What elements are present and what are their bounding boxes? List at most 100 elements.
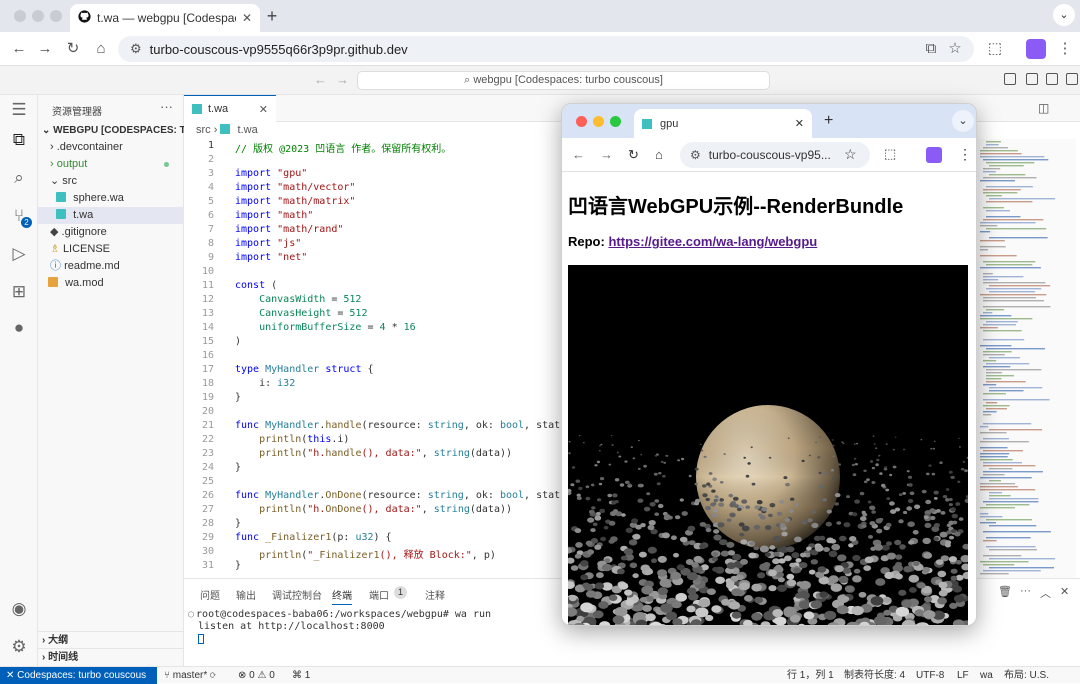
run-debug-icon[interactable]: ▷ [8, 243, 30, 265]
tree-item-src[interactable]: ⌄ src [38, 173, 184, 190]
tree-item-gitignore[interactable]: ◆ .gitignore [38, 224, 184, 241]
nav-back-icon[interactable]: ← [314, 72, 327, 87]
line-number: 27 [201, 504, 214, 515]
chevron-up-icon[interactable]: ︿ [1040, 585, 1051, 601]
menu-icon[interactable]: ☰ [8, 99, 30, 121]
bookmark-star-icon[interactable]: ☆ [844, 146, 857, 163]
cursor-position[interactable]: 行 1，列 1 [787, 669, 834, 682]
workspace-root[interactable]: ⌄ WEBGPU [CODESPACES: T... [38, 122, 184, 139]
reload-icon[interactable]: ↻ [64, 40, 82, 58]
tree-item-wa-mod[interactable]: wa.mod [38, 275, 184, 292]
more-actions-icon[interactable]: ··· [1020, 585, 1031, 597]
new-tab-button[interactable]: + [824, 112, 833, 130]
reload-icon[interactable]: ↻ [628, 147, 639, 163]
close-icon[interactable]: ✕ [1060, 585, 1069, 598]
toggle-secondary-sidebar-icon[interactable] [1046, 73, 1058, 85]
install-app-icon[interactable]: ⧉ [922, 40, 940, 58]
browser-menu-icon[interactable]: ⋮ [1056, 40, 1074, 58]
close-icon[interactable]: ✕ [242, 11, 252, 25]
settings-gear-icon[interactable]: ⚙ [8, 636, 30, 658]
tree-item-devcontainer[interactable]: › .devcontainer [38, 139, 184, 156]
extensions-icon[interactable]: ⬚ [986, 40, 1004, 58]
command-center[interactable]: ⌕ webgpu [Codespaces: turbo couscous] [357, 71, 770, 90]
editor-tab-t-wa[interactable]: t.wa ✕ [184, 95, 276, 122]
site-info-icon[interactable]: ⚙ [690, 148, 701, 162]
minimap-line [989, 498, 1039, 500]
end-of-line[interactable]: LF [957, 669, 969, 682]
asteroid [830, 583, 842, 592]
branch-status[interactable]: ⑂ master* ⟳ [164, 669, 216, 682]
panel-tab-output[interactable]: 输出 [236, 587, 256, 602]
popup-address-bar[interactable]: ⚙ turbo-couscous-vp95... [680, 142, 870, 168]
customize-layout-icon[interactable] [1066, 73, 1078, 85]
tree-item-output[interactable]: › output [38, 156, 184, 173]
extension-icon[interactable] [926, 147, 942, 163]
problems-status[interactable]: ⊗ 0 ⚠ 0 [238, 669, 275, 682]
tree-item-sphere-wa[interactable]: sphere.wa [38, 190, 184, 207]
encoding[interactable]: UTF-8 [916, 669, 944, 682]
popup-tab-active[interactable]: gpu ✕ [634, 109, 812, 138]
new-tab-button[interactable]: + [262, 6, 282, 26]
tab-search-button[interactable]: ⌄ [952, 110, 974, 132]
bookmark-star-icon[interactable]: ☆ [946, 40, 964, 58]
close-icon[interactable]: ✕ [259, 103, 268, 116]
minimap[interactable] [978, 139, 1076, 579]
timeline-section[interactable]: › 时间线 [38, 648, 184, 665]
github-icon[interactable]: ● [8, 317, 30, 339]
address-bar[interactable]: ⚙ turbo-couscous-vp9555q66r3p9pr.github.… [118, 36, 974, 62]
window-minimize-button[interactable] [32, 10, 44, 22]
panel-tab-debug-console[interactable]: 调试控制台 [272, 587, 322, 602]
trash-icon[interactable]: 🗑 [998, 585, 1012, 598]
window-close-button[interactable] [14, 10, 26, 22]
tree-item-license[interactable]: ♗ LICENSE [38, 241, 184, 258]
back-icon[interactable]: ← [572, 147, 585, 162]
home-icon[interactable]: ⌂ [92, 40, 110, 58]
forward-icon[interactable]: → [36, 40, 54, 58]
split-editor-icon[interactable]: ◫ [1038, 101, 1049, 115]
tree-item-t-wa[interactable]: t.wa [38, 207, 184, 224]
browser-tab-active[interactable]: t.wa — webgpu [Codespaces: turbo couscou… [70, 4, 260, 32]
ports-status[interactable]: ⌘ 1 [292, 669, 310, 682]
browser-menu-icon[interactable]: ⋮ [958, 146, 972, 163]
tab-search-button[interactable]: ⌄ [1053, 4, 1075, 26]
panel-tab-terminal[interactable]: 终端 [332, 587, 352, 605]
popup-minimize-button[interactable] [593, 116, 604, 127]
popup-close-button[interactable] [576, 116, 587, 127]
panel-tab-comments[interactable]: 注释 [425, 587, 445, 602]
site-info-icon[interactable]: ⚙ [130, 41, 142, 57]
toggle-panel-icon[interactable] [1026, 73, 1038, 85]
close-icon[interactable]: ✕ [795, 117, 804, 130]
extension-icon[interactable] [1026, 39, 1046, 59]
search-icon[interactable]: ⌕ [8, 167, 30, 189]
asteroid [952, 520, 958, 525]
asteroid [954, 531, 961, 537]
tree-item-readme[interactable]: ⓘ readme.md [38, 258, 184, 275]
window-zoom-button[interactable] [50, 10, 62, 22]
forward-icon[interactable]: → [600, 147, 613, 162]
extensions-icon[interactable]: ⬚ [884, 146, 896, 162]
breadcrumb-file[interactable]: t.wa [238, 124, 258, 136]
popup-toolbar: ← → ↻ ⌂ ⚙ turbo-couscous-vp95... ☆ ⬚ ⋮ [562, 138, 976, 172]
outline-section[interactable]: › 大纲 [38, 631, 184, 648]
explorer-icon[interactable]: ⧉ [8, 129, 30, 151]
tab-size[interactable]: 制表符长度: 4 [844, 669, 905, 682]
home-icon[interactable]: ⌂ [655, 147, 663, 162]
panel-tab-ports[interactable]: 端口 [369, 587, 389, 602]
remote-indicator[interactable]: ✕ Codespaces: turbo couscous [0, 667, 157, 684]
popup-zoom-button[interactable] [610, 116, 621, 127]
breadcrumb-folder[interactable]: src [196, 124, 211, 136]
repo-link[interactable]: https://gitee.com/wa-lang/webgpu [608, 234, 817, 249]
webgpu-canvas[interactable] [568, 265, 968, 625]
more-actions-icon[interactable]: ··· [160, 99, 173, 114]
keyboard-layout[interactable]: 布局: U.S. [1004, 669, 1049, 682]
toggle-sidebar-icon[interactable] [1004, 73, 1016, 85]
back-icon[interactable]: ← [10, 40, 28, 58]
account-icon[interactable]: ◉ [8, 598, 30, 620]
code-editor[interactable]: 1// 版权 @2023 凹语言 作者。保留所有权利。 2 3 import "gpu… [184, 139, 578, 576]
extensions-icon[interactable]: ⊞ [8, 281, 30, 303]
nav-forward-icon[interactable]: → [336, 72, 349, 87]
panel-tab-problems[interactable]: 问题 [200, 587, 220, 602]
ports-count: 1 [304, 670, 311, 681]
terminal[interactable]: ○ root@codespaces-baba06:/workspaces/webg… [184, 609, 491, 644]
language-mode[interactable]: wa [980, 669, 993, 682]
